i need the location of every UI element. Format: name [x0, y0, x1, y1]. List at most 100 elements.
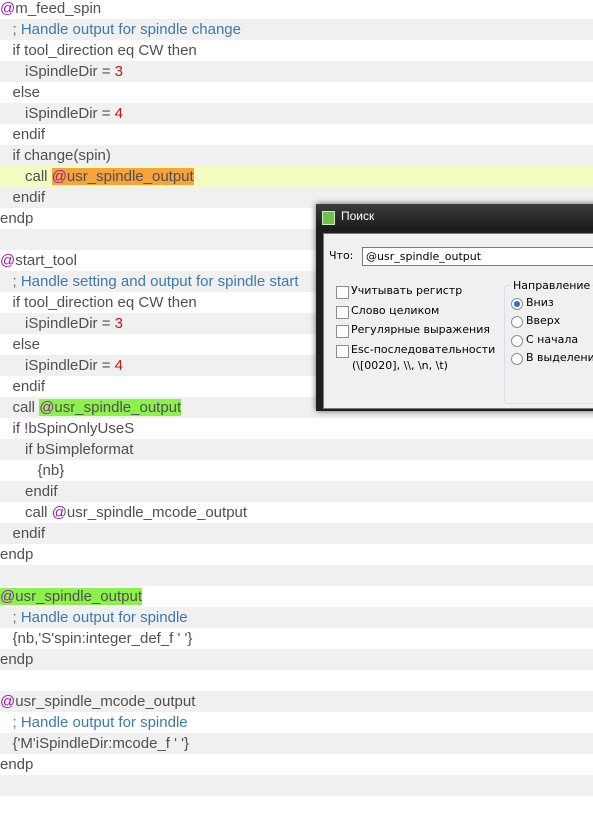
- code-line[interactable]: [0, 796, 593, 817]
- code-token: if tool_direction eq CW then: [0, 42, 197, 59]
- direction-group: Направление Вниз Вверх С начала В выделе…: [504, 279, 593, 404]
- code-token: iSpindleDir =: [0, 357, 115, 374]
- code-token: @: [0, 693, 16, 710]
- code-token: usr_spindle_mcode_output: [66, 504, 248, 521]
- code-token: 3: [114, 315, 123, 332]
- dialog-body: Что: @usr_spindle_output ▼ Учитывать рег…: [323, 233, 593, 409]
- code-line[interactable]: call @usr_spindle_output: [0, 166, 593, 187]
- dir-down-label: Вниз: [526, 296, 554, 309]
- code-token: ; Handle setting and output for spindle …: [0, 273, 299, 290]
- code-token: @: [51, 504, 67, 521]
- match-case-label: Учитывать регистр: [351, 284, 463, 297]
- find-dialog: Поиск Что: @usr_spindle_output ▼ Учитыва…: [316, 204, 593, 411]
- code-line[interactable]: ; Handle output for spindle: [0, 607, 593, 628]
- whole-word-label: Слово целиком: [351, 304, 440, 317]
- code-token: {nb}: [0, 462, 65, 479]
- code-token: 3: [114, 63, 123, 80]
- dialog-title-bar[interactable]: Поиск: [316, 204, 593, 230]
- find-input[interactable]: @usr_spindle_output ▼: [362, 247, 593, 266]
- code-line[interactable]: iSpindleDir = 4: [0, 103, 593, 124]
- code-token: if bSimpleformat: [0, 441, 134, 458]
- code-token: ; Handle output for spindle: [0, 714, 188, 731]
- code-token: if tool_direction eq CW then: [0, 294, 197, 311]
- code-token: if: [0, 420, 25, 437]
- code-token: call: [0, 399, 40, 416]
- find-label: Что:: [329, 249, 354, 262]
- dir-in-selection-radio[interactable]: [511, 353, 523, 365]
- code-line[interactable]: {nb}: [0, 460, 593, 481]
- code-token: call: [0, 168, 52, 185]
- code-token: endif: [0, 189, 46, 206]
- escape-sequences-hint: (\[0020], \\, \n, \t): [352, 359, 448, 372]
- code-line[interactable]: @usr_spindle_output: [0, 586, 593, 607]
- code-token: {nb,'S'spin:integer_def_f ' '}: [0, 630, 193, 647]
- code-token: endif: [0, 525, 46, 542]
- code-line[interactable]: if bSimpleformat: [0, 439, 593, 460]
- code-line[interactable]: ; Handle output for spindle: [0, 712, 593, 733]
- code-token: m_feed_spin: [15, 0, 102, 17]
- whole-word-checkbox[interactable]: [336, 306, 349, 319]
- code-token: call: [0, 504, 52, 521]
- direction-title: Направление: [511, 279, 593, 292]
- dir-down-radio[interactable]: [511, 298, 523, 310]
- code-token: usr_spindle_output: [66, 168, 194, 185]
- dir-up-radio[interactable]: [511, 316, 523, 328]
- dir-from-start-label: С начала: [526, 333, 579, 346]
- code-line[interactable]: endp: [0, 754, 593, 775]
- code-token: {'M'iSpindleDir:mcode_f ' '}: [0, 735, 190, 752]
- code-line[interactable]: endp: [0, 544, 593, 565]
- find-input-value: @usr_spindle_output: [366, 250, 482, 263]
- notepad-icon: [322, 211, 335, 225]
- code-line[interactable]: iSpindleDir = 3: [0, 61, 593, 82]
- code-token: if change(spin): [0, 147, 111, 164]
- regex-label: Регулярные выражения: [351, 323, 490, 336]
- code-token: @: [0, 252, 16, 269]
- code-token: usr_spindle_output: [15, 588, 142, 605]
- code-token: ; Handle output for spindle: [0, 609, 188, 626]
- regex-checkbox[interactable]: [336, 325, 349, 338]
- match-case-checkbox[interactable]: [336, 286, 349, 299]
- code-token: iSpindleDir =: [0, 315, 115, 332]
- code-line[interactable]: @usr_spindle_mcode_output: [0, 691, 593, 712]
- code-token: bSpinOnlyUseS: [28, 420, 135, 437]
- dialog-title: Поиск: [341, 209, 375, 223]
- code-line[interactable]: [0, 775, 593, 796]
- code-token: endp: [0, 546, 34, 563]
- code-line[interactable]: endif: [0, 481, 593, 502]
- code-line[interactable]: call @usr_spindle_mcode_output: [0, 502, 593, 523]
- code-line[interactable]: ; Handle output for spindle change: [0, 19, 593, 40]
- dir-from-start-radio[interactable]: [511, 335, 523, 347]
- dir-in-selection-label: В выделении: [526, 351, 593, 364]
- code-token: endp: [0, 756, 34, 773]
- code-token: 4: [114, 357, 123, 374]
- code-line[interactable]: if change(spin): [0, 145, 593, 166]
- code-token: iSpindleDir =: [0, 105, 115, 122]
- code-line[interactable]: [0, 565, 593, 586]
- code-token: endp: [0, 651, 34, 668]
- code-token: @: [0, 588, 16, 605]
- code-line[interactable]: endif: [0, 523, 593, 544]
- code-line[interactable]: else: [0, 82, 593, 103]
- code-line[interactable]: endif: [0, 124, 593, 145]
- code-token: endif: [0, 126, 46, 143]
- code-line[interactable]: endp: [0, 649, 593, 670]
- code-token: @: [0, 0, 16, 17]
- code-token: iSpindleDir =: [0, 63, 115, 80]
- code-token: usr_spindle_mcode_output: [15, 693, 196, 710]
- code-token: endp: [0, 210, 34, 227]
- code-line[interactable]: {nb,'S'spin:integer_def_f ' '}: [0, 628, 593, 649]
- code-line[interactable]: {'M'iSpindleDir:mcode_f ' '}: [0, 733, 593, 754]
- escape-sequences-checkbox[interactable]: [336, 345, 349, 358]
- code-token: @: [51, 168, 67, 185]
- code-line[interactable]: @m_feed_spin: [0, 0, 593, 19]
- code-line[interactable]: [0, 670, 593, 691]
- code-token: usr_spindle_output: [54, 399, 182, 416]
- code-token: 4: [114, 105, 123, 122]
- code-line[interactable]: if !bSpinOnlyUseS: [0, 418, 593, 439]
- code-token: @: [39, 399, 55, 416]
- code-line[interactable]: if tool_direction eq CW then: [0, 40, 593, 61]
- code-token: ; Handle output for spindle change: [0, 21, 242, 38]
- code-token: else: [0, 84, 41, 101]
- code-token: start_tool: [15, 252, 77, 269]
- dir-up-label: Вверх: [526, 314, 561, 327]
